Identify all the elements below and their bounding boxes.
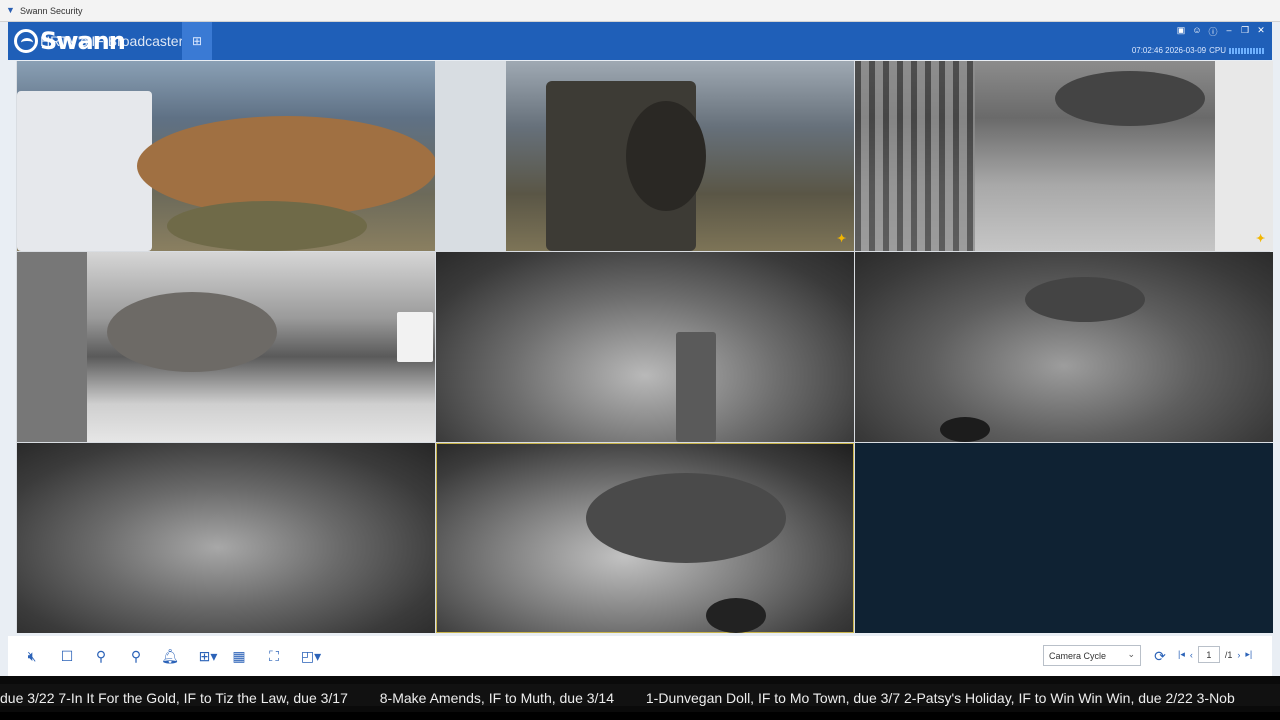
bottom-edge (0, 712, 1280, 720)
swann-logo-icon (14, 29, 38, 53)
camera-tile-6[interactable] (855, 252, 1273, 442)
first-page-icon[interactable]: |◂ (1178, 649, 1185, 660)
camera-tile-9-empty[interactable] (855, 443, 1273, 633)
alarm-bell-icon: 🔔︎ (161, 647, 179, 664)
light-alt-button[interactable]: ⚲ (126, 646, 146, 666)
info-icon[interactable]: ⓘ (1208, 25, 1218, 38)
camera-tile-3[interactable]: ✦ (855, 61, 1273, 251)
camera-grid: ✦ ✦ (16, 61, 1273, 633)
datetime-readout: 07:02:46 2026-03-09 (1131, 46, 1207, 55)
header-window-controls: ▣ ☺ ⓘ – ❐ ✕ (1176, 25, 1266, 38)
light-button[interactable]: ⚲ (91, 646, 111, 666)
screen-icon[interactable]: ▣ (1176, 25, 1186, 38)
app-header: HRTV's IF Broadcaster Swann ⊞ ▣ ☺ ⓘ – ❐ … (8, 22, 1272, 60)
mute-icon: 🔇︎ (27, 647, 37, 664)
page-total: /1 (1224, 649, 1233, 660)
mute-button[interactable]: 🔇︎ (22, 646, 42, 666)
fullscreen-button[interactable]: ⛶ (264, 646, 284, 666)
ticker-item: 8-Make Amends, IF to Muth, due 3/14 (379, 690, 614, 706)
layout-button[interactable]: ⊞▾ (195, 646, 221, 666)
add-tab-button[interactable]: ⊞ (182, 22, 212, 60)
motion-detect-icon: ✦ (1256, 233, 1266, 245)
cpu-label: CPU (1209, 46, 1226, 55)
grid-layout-icon: ⊞▾ (198, 647, 218, 664)
aspect-icon: ◰▾ (300, 647, 322, 664)
minimize-icon[interactable]: – (1224, 25, 1234, 38)
close-icon[interactable]: ✕ (1256, 25, 1266, 38)
window-title: Swann Security (20, 5, 83, 16)
chevron-down-icon: ⌄ (1127, 649, 1135, 659)
next-page-icon[interactable]: › (1237, 650, 1240, 660)
prev-page-icon[interactable]: ‹ (1190, 650, 1193, 660)
cpu-meter (1229, 47, 1264, 54)
swann-logo: Swann (14, 25, 126, 57)
logo-text: Swann (40, 27, 126, 55)
restore-icon[interactable]: ❐ (1240, 25, 1250, 38)
alarm-button[interactable]: 🔔︎ (160, 646, 180, 666)
camera-cycle-select[interactable]: Camera Cycle ⌄ (1043, 645, 1141, 666)
fullscreen-icon: ⛶ (269, 647, 279, 664)
header-status: 07:02:46 2026-03-09 CPU (1132, 46, 1264, 55)
add-tab-icon: ⊞ (191, 34, 203, 48)
save-layout-button[interactable]: ▦ (229, 646, 249, 666)
app-icon: ▼ (6, 5, 15, 15)
motion-detect-icon: ✦ (837, 233, 847, 245)
window-title-bar: ▼ Swann Security (0, 0, 1280, 22)
user-icon[interactable]: ☺ (1192, 25, 1202, 38)
save-icon: ▦ (232, 647, 246, 664)
camera-tile-7[interactable] (17, 443, 435, 633)
bottom-toolbar: 🔇︎ ☐ ⚲ ⚲ 🔔︎ ⊞▾ ▦ ⛶ ◰▾ Camera Cycle ⌄ ⟳ |… (8, 636, 1272, 676)
camera-tile-8[interactable] (436, 443, 854, 633)
camera-cycle-value: Camera Cycle (1049, 650, 1107, 661)
light-alt-icon: ⚲ (130, 647, 142, 664)
page-input[interactable]: 1 (1197, 646, 1220, 663)
pager: |◂ ‹ 1 /1 › ▸| (1178, 646, 1252, 663)
camera-tile-5[interactable] (436, 252, 854, 442)
light-icon: ⚲ (95, 647, 107, 664)
stop-icon: ☐ (60, 647, 74, 664)
ticker-item: 1-Dunvegan Doll, IF to Mo Town, due 3/7 … (645, 690, 1235, 706)
last-page-icon[interactable]: ▸| (1245, 649, 1252, 660)
camera-tile-2[interactable]: ✦ (436, 61, 854, 251)
aspect-button[interactable]: ◰▾ (298, 646, 324, 666)
nvr-app: ▼ Swann Security HRTV's IF Broadcaster S… (0, 0, 1280, 720)
camera-tile-1[interactable] (17, 61, 435, 251)
ticker-item: due 3/22 7-In It For the Gold, IF to Tiz… (0, 690, 348, 706)
ticker: due 3/22 7-In It For the Gold, IF to Tiz… (0, 689, 1263, 707)
cycle-play-button[interactable]: ⟳ (1150, 646, 1170, 666)
stop-all-button[interactable]: ☐ (57, 646, 77, 666)
camera-tile-4[interactable] (17, 252, 435, 442)
cycle-icon: ⟳ (1154, 647, 1166, 664)
